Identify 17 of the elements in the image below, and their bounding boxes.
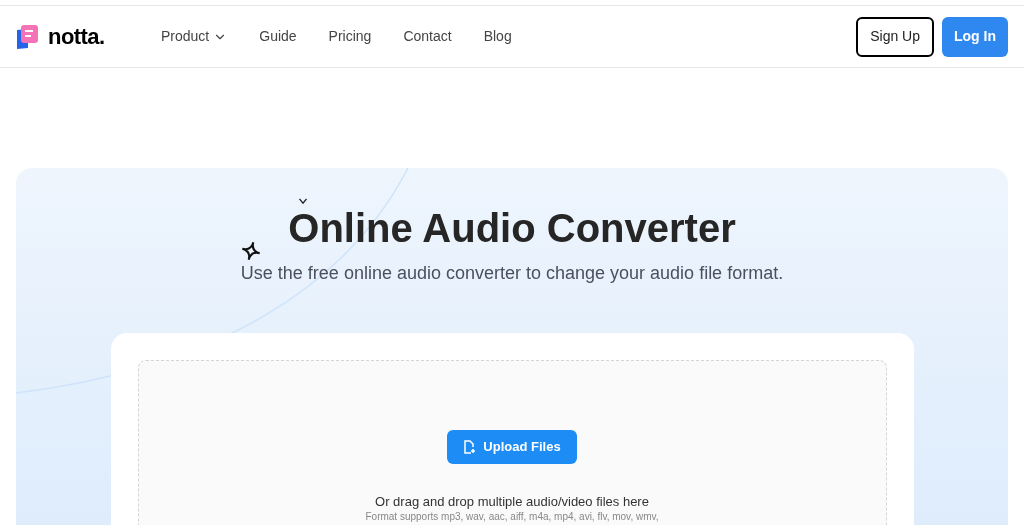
format-note: Format supports mp3, wav, aac, aiff, m4a, mp4, avi, flv, mov, wmv, <box>365 510 659 524</box>
drop-hint: Or drag and drop multiple audio/video files here <box>375 494 649 510</box>
nav-link[interactable]: Product <box>161 26 228 47</box>
nav-link[interactable]: Contact <box>403 26 452 47</box>
drop-zone[interactable]: Upload Files Or drag and drop multiple audio/video files here Format supports mp3, wav, aac, aiff, m4a, mp4, avi, flv, mov, wmv, <box>137 360 887 525</box>
page-title: Online Audio Converter <box>288 208 736 248</box>
nav-link[interactable]: Guide <box>259 26 297 47</box>
sparkle-icon <box>240 240 263 262</box>
log-in-button[interactable]: Log In <box>942 16 1008 57</box>
nav-link[interactable]: Pricing <box>328 26 372 47</box>
tick-mark-icon <box>298 198 309 205</box>
subtitle: Use the free online audio converter to change your audio file format. <box>240 262 784 285</box>
logo-text[interactable]: notta. <box>48 20 105 53</box>
sign-up-button[interactable]: Sign Up <box>856 16 934 57</box>
logo-icon <box>16 23 40 50</box>
nav-link[interactable]: Blog <box>483 26 512 47</box>
file-plus-icon <box>463 440 476 454</box>
